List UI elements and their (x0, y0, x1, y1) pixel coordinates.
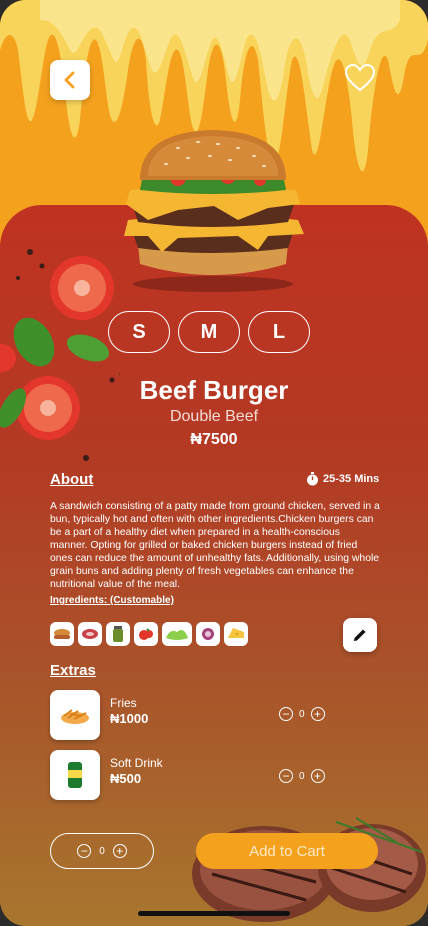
minus-button[interactable]: − (279, 769, 293, 783)
plus-button[interactable]: + (112, 844, 127, 858)
ingredients-heading: Ingredients: (Customable) (50, 595, 174, 606)
grilled-patty-decoration (192, 817, 426, 922)
stopwatch-icon (307, 472, 318, 486)
product-price: ₦7500 (190, 431, 238, 448)
size-selector: S M L (108, 311, 310, 353)
heart-icon[interactable] (344, 62, 376, 94)
onion-icon[interactable] (196, 622, 220, 646)
about-heading: About (50, 471, 94, 488)
cheese-icon[interactable] (224, 622, 248, 646)
extra-name: Soft Drink (110, 756, 163, 770)
product-title: Beef Burger (139, 375, 289, 405)
extra-qty: 0 (299, 708, 305, 720)
plus-button[interactable]: + (310, 769, 325, 783)
cart-qty: 0 (99, 845, 105, 857)
extra-stepper: − 0 + (279, 769, 325, 783)
extra-qty: 0 (299, 770, 305, 782)
bun-icon[interactable] (50, 622, 74, 646)
chevron-left-icon (64, 71, 75, 89)
product-description: A sandwich consisting of a patty made fr… (50, 501, 380, 590)
extra-price: ₦1000 (110, 711, 149, 726)
minus-button[interactable]: − (77, 844, 92, 858)
meat-icon[interactable] (78, 622, 102, 646)
extra-item: Soft Drink ₦500 − 0 + (50, 750, 380, 802)
edit-ingredients-button[interactable] (343, 618, 377, 652)
extra-price: ₦500 (110, 771, 142, 786)
ingredients-list (50, 622, 248, 646)
plus-button[interactable]: + (310, 707, 325, 721)
extras-heading: Extras (50, 662, 96, 679)
size-button-m[interactable]: M (178, 311, 240, 353)
tomato-icon[interactable] (134, 622, 158, 646)
lettuce-icon[interactable] (162, 622, 192, 646)
size-button-l[interactable]: L (248, 311, 310, 353)
prep-time-label: 25-35 Mins (323, 473, 380, 485)
size-button-s[interactable]: S (108, 311, 170, 353)
pickles-jar-icon[interactable] (106, 622, 130, 646)
home-indicator (138, 911, 290, 916)
minus-button[interactable]: − (279, 707, 293, 721)
prep-time: 25-35 Mins (306, 472, 379, 486)
burger-image (124, 130, 304, 292)
product-screen: S M L Beef Burger Double Beef ₦7500 Abou… (0, 0, 428, 926)
extra-stepper: − 0 + (279, 707, 325, 721)
extra-item: Fries ₦1000 − 0 + (50, 690, 380, 742)
product-variant: Double Beef (169, 408, 259, 425)
pencil-icon (354, 629, 366, 641)
back-button[interactable] (50, 60, 90, 100)
fries-image (50, 690, 100, 740)
extra-name: Fries (110, 696, 137, 710)
add-to-cart-button[interactable]: Add to Cart (196, 833, 378, 869)
soft-drink-image (50, 750, 100, 800)
quantity-stepper: − 0 + (50, 833, 154, 869)
